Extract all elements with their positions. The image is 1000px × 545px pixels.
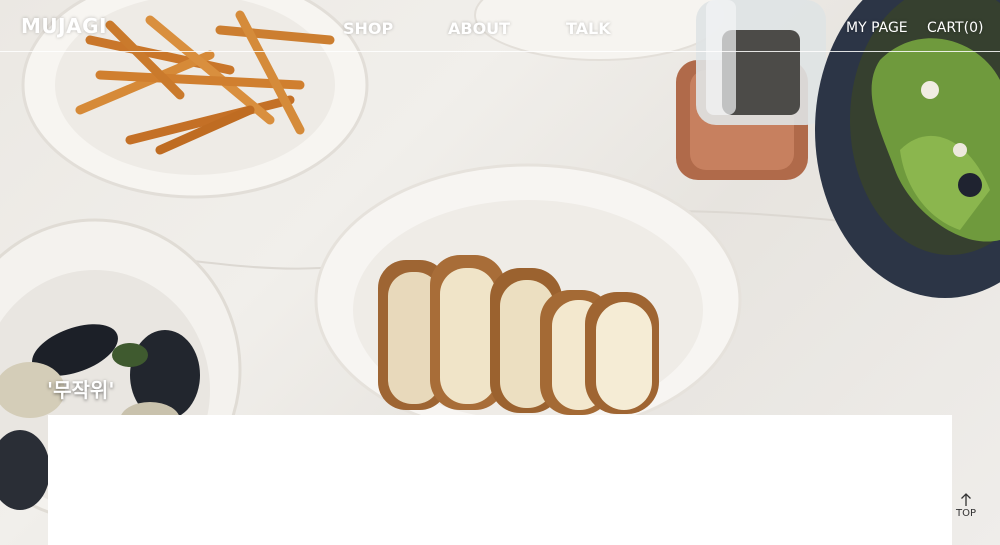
nav-item-about[interactable]: ABOUT [448,19,510,38]
nav-item-shop[interactable]: SHOP [343,19,393,38]
scroll-top-button[interactable]: TOP [953,493,979,529]
cart-link[interactable]: CART(0) [927,20,983,36]
scroll-top-label: TOP [955,508,976,519]
hero-caption: '무작위' [47,378,115,402]
my-page-link[interactable]: MY PAGE [846,20,908,36]
site-logo[interactable]: MUJAGI [21,14,107,38]
hero-banner: MUJAGI SHOP ABOUT TALK MY PAGE CART(0) '… [0,0,1000,545]
arrow-up-icon [961,493,971,506]
nav-item-talk[interactable]: TALK [566,19,611,38]
top-navigation: MUJAGI SHOP ABOUT TALK MY PAGE CART(0) [0,0,1000,52]
content-panel [48,415,952,545]
